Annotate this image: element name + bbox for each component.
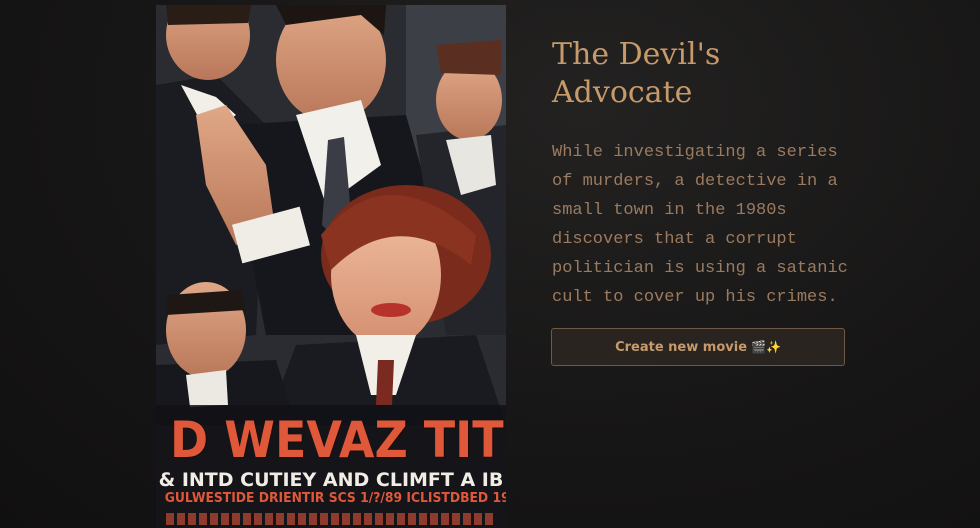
poster-tagline: & INTD CUTIEY AND CLIMFT A IB xyxy=(158,469,504,491)
poster-subtagline: GULWESTIDE DRIENTIR SCS 1/?/89 ICLISTDBE… xyxy=(164,491,506,506)
create-new-movie-button[interactable]: Create new movie 🎬✨ xyxy=(551,328,845,366)
movie-poster: D WEVAZ TITB & INTD CUTIEY AND CLIMFT A … xyxy=(156,5,506,528)
create-button-label: Create new movie xyxy=(615,339,748,355)
movie-title: The Devil's Advocate xyxy=(552,37,721,110)
movie-description: While investigating a series of murders,… xyxy=(552,143,848,307)
clapperboard-sparkles-icon: 🎬✨ xyxy=(751,340,781,354)
page: D WEVAZ TITB & INTD CUTIEY AND CLIMFT A … xyxy=(0,0,980,528)
poster-credits-block xyxy=(166,513,496,525)
poster-headline: D WEVAZ TITB xyxy=(170,411,506,469)
movie-info: The Devil's Advocate While investigating… xyxy=(552,36,852,307)
